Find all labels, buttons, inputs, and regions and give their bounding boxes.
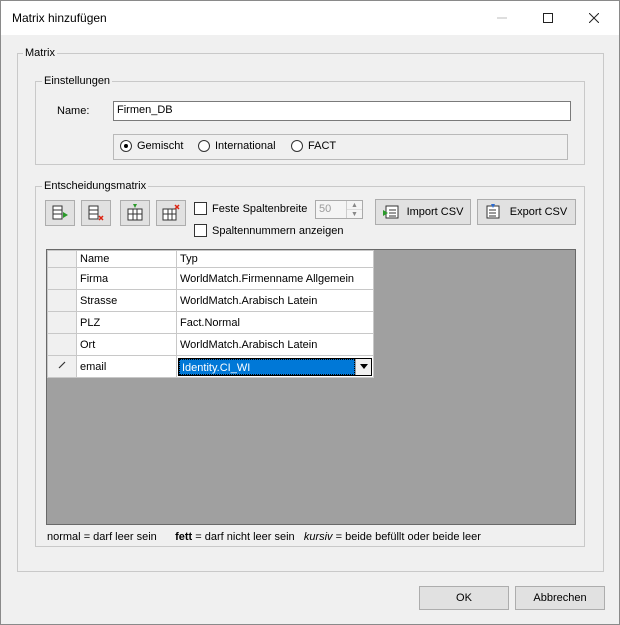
legend-normal: normal [47,531,81,543]
decision-matrix-group-label: Entscheidungsmatrix [42,180,149,192]
matrix-table: Name Typ Firma WorldMatch.Firmenname All… [47,250,374,378]
cell-typ[interactable]: WorldMatch.Arabisch Latein [176,333,374,356]
settings-group-label: Einstellungen [42,75,113,87]
ok-button[interactable]: OK [419,586,509,610]
cell-name[interactable]: PLZ [76,311,177,334]
table-row[interactable]: email Identity.CI_WI [47,355,374,378]
dialog-window: Matrix hinzufügen Matrix Einstellungen N… [0,0,620,625]
column-width-spinner[interactable]: 50 ▲ ▼ [315,200,363,219]
show-column-numbers-label: Spaltennummern anzeigen [212,224,344,237]
export-csv-icon [486,204,500,219]
add-column-icon [127,204,143,221]
import-csv-button[interactable]: Import CSV [375,199,471,225]
legend-bold: fett [175,531,193,543]
cell-name[interactable]: Firma [76,267,177,290]
window-title: Matrix hinzufügen [12,11,107,25]
table-row[interactable]: Strasse WorldMatch.Arabisch Latein [47,289,374,312]
table-row[interactable]: PLZ Fact.Normal [47,311,374,334]
chevron-down-icon[interactable] [355,358,371,375]
cell-name[interactable]: Ort [76,333,177,356]
add-row-button[interactable] [45,200,75,226]
typ-dropdown-value: Identity.CI_WI [179,358,355,375]
column-width-value: 50 [319,203,332,215]
radio-gemischt[interactable]: Gemischt [120,140,183,152]
fixed-width-label: Feste Spaltenbreite [212,202,308,215]
formatting-legend: normal = darf leer sein fett = darf nich… [47,531,481,543]
cell-typ-editor[interactable]: Identity.CI_WI [176,355,374,378]
radio-dot-icon [291,140,303,152]
legend-normal-text: = darf leer sein [83,531,157,543]
export-csv-label: Export CSV [509,206,568,218]
maximize-icon [543,13,553,23]
delete-row-button[interactable] [81,200,111,226]
column-header-name[interactable]: Name [76,250,177,268]
fixed-width-checkbox[interactable]: Feste Spaltenbreite [194,202,307,215]
matrix-group-label: Matrix [23,47,57,59]
table-row[interactable]: Ort WorldMatch.Arabisch Latein [47,333,374,356]
cell-typ[interactable]: WorldMatch.Firmenname Allgemein [176,267,374,290]
cell-typ[interactable]: WorldMatch.Arabisch Latein [176,289,374,312]
table-row[interactable]: Firma WorldMatch.Firmenname Allgemein [47,267,374,290]
row-header[interactable] [47,267,77,290]
show-column-numbers-checkbox[interactable]: Spaltennummern anzeigen [194,224,343,237]
minimize-icon [497,17,507,19]
name-label: Name: [57,105,90,117]
minimize-button[interactable] [479,1,525,35]
add-column-button[interactable] [120,200,150,226]
close-icon [589,13,599,23]
cancel-button[interactable]: Abbrechen [515,586,605,610]
row-header[interactable] [47,333,77,356]
name-input[interactable]: Firmen_DB [113,101,571,121]
radio-gemischt-label: Gemischt [137,140,184,152]
spin-down-icon: ▼ [347,209,362,218]
row-header-editing[interactable] [47,355,77,378]
legend-bold-text: = darf nicht leer sein [195,531,295,543]
row-header[interactable] [47,311,77,334]
spin-up-icon: ▲ [351,201,358,209]
table-header-row: Name Typ [47,250,374,268]
delete-column-button[interactable] [156,200,186,226]
maximize-button[interactable] [525,1,571,35]
legend-italic: kursiv [303,531,333,543]
cell-typ[interactable]: Fact.Normal [176,311,374,334]
title-bar: Matrix hinzufügen [1,1,619,35]
column-header-typ[interactable]: Typ [176,250,374,268]
cell-name[interactable]: Strasse [76,289,177,312]
import-csv-label: Import CSV [406,206,464,218]
matrix-grid[interactable]: Name Typ Firma WorldMatch.Firmenname All… [46,249,576,525]
spinner-arrows: ▲ ▼ [346,201,362,218]
radio-international-label: International [215,140,276,152]
add-row-icon [52,205,68,220]
checkbox-box [194,224,207,237]
radio-fact[interactable]: FACT [291,140,336,152]
row-header-corner [47,250,77,268]
pencil-icon [58,361,66,369]
radio-international[interactable]: International [198,140,276,152]
delete-column-icon [162,204,180,221]
radio-dot-icon [120,140,132,152]
radio-fact-label: FACT [308,140,337,152]
cell-name[interactable]: email [76,355,177,378]
import-csv-icon [382,205,399,219]
export-csv-button[interactable]: Export CSV [477,199,576,225]
radio-dot-icon [198,140,210,152]
close-button[interactable] [571,1,617,35]
row-header[interactable] [47,289,77,312]
delete-row-icon [88,205,104,221]
legend-italic-text: = beide befüllt oder beide leer [335,531,481,543]
checkbox-box [194,202,207,215]
typ-dropdown[interactable]: Identity.CI_WI [178,357,372,376]
